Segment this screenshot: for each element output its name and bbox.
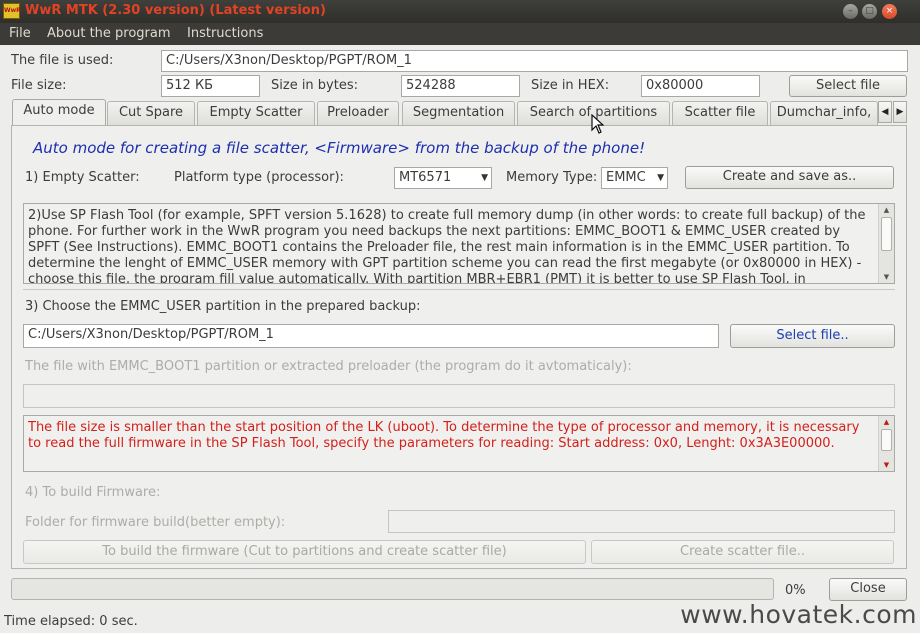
- memory-type-label: Memory Type:: [506, 170, 598, 185]
- chevron-down-icon: ▼: [481, 173, 488, 183]
- instructions-textarea[interactable]: 2)Use SP Flash Tool (for example, SPFT v…: [23, 203, 895, 284]
- error-scrollbar[interactable]: ▲ ▼: [878, 416, 894, 471]
- close-window-button[interactable]: ×: [882, 4, 897, 19]
- platform-select[interactable]: MT6571 ▼: [394, 167, 492, 189]
- maximize-button[interactable]: □: [862, 4, 877, 19]
- divider: [23, 289, 895, 290]
- tab-dumchar-info[interactable]: Dumchar_info,: [770, 101, 878, 125]
- menu-bar: File About the program Instructions: [0, 23, 920, 45]
- step4-label: 4) To build Firmware:: [25, 485, 161, 500]
- boot1-label: The file with EMMC_BOOT1 partition or ex…: [25, 359, 632, 374]
- title-bar: WwR WwR MTK (2.30 version) (Latest versi…: [0, 0, 920, 23]
- scroll-thumb[interactable]: [881, 429, 892, 451]
- select-file-button[interactable]: Select file: [789, 75, 907, 97]
- tab-preloader[interactable]: Preloader: [317, 101, 399, 125]
- progress-bar: [11, 578, 774, 600]
- close-button[interactable]: Close: [829, 578, 907, 601]
- step1-label: 1) Empty Scatter:: [25, 170, 140, 185]
- tab-auto-mode[interactable]: Auto mode: [12, 99, 106, 126]
- file-used-field[interactable]: C:/Users/X3non/Desktop/PGPT/ROM_1: [161, 50, 908, 72]
- memory-type-value: EMMC: [606, 170, 646, 185]
- platform-label: Platform type (processor):: [174, 170, 344, 185]
- error-message-textarea[interactable]: The file size is smaller than the start …: [23, 415, 895, 472]
- scroll-down-icon[interactable]: ▼: [879, 459, 894, 471]
- error-message-text: The file size is smaller than the start …: [28, 420, 860, 451]
- auto-mode-heading: Auto mode for creating a file scatter, <…: [33, 139, 646, 157]
- window-title: WwR MTK (2.30 version) (Latest version): [25, 3, 326, 18]
- file-used-label: The file is used:: [11, 53, 114, 68]
- tab-scatter-file[interactable]: Scatter file: [672, 101, 768, 125]
- scroll-up-icon[interactable]: ▲: [879, 204, 894, 216]
- tab-scroll-left-icon[interactable]: ◀: [878, 101, 892, 123]
- memory-type-select[interactable]: EMMC ▼: [601, 167, 668, 189]
- progress-percent: 0%: [785, 583, 806, 598]
- folder-label: Folder for firmware build(better empty):: [25, 515, 286, 530]
- size-hex-field[interactable]: 0x80000: [641, 75, 760, 97]
- folder-path-field[interactable]: [388, 510, 895, 533]
- size-bytes-field[interactable]: 524288: [401, 75, 520, 97]
- menu-about[interactable]: About the program: [47, 26, 171, 41]
- create-save-button[interactable]: Create and save as..: [685, 166, 894, 189]
- watermark: www.hovatek.com: [680, 600, 917, 629]
- scroll-thumb[interactable]: [881, 217, 892, 251]
- scroll-up-icon[interactable]: ▲: [879, 416, 894, 428]
- elapsed-time: Time elapsed: 0 sec.: [4, 614, 138, 629]
- mouse-cursor-icon: [591, 114, 604, 134]
- menu-file[interactable]: File: [9, 26, 31, 41]
- scroll-down-icon[interactable]: ▼: [879, 271, 894, 283]
- size-hex-label: Size in HEX:: [531, 78, 610, 93]
- file-size-label: File size:: [11, 78, 67, 93]
- boot1-path-field[interactable]: [23, 384, 895, 408]
- tab-cut-spare[interactable]: Cut Spare: [107, 101, 195, 125]
- create-scatter-button[interactable]: Create scatter file..: [591, 540, 894, 564]
- size-bytes-label: Size in bytes:: [271, 78, 358, 93]
- app-icon: WwR: [3, 3, 21, 19]
- tab-scroll-right-icon[interactable]: ▶: [893, 101, 907, 123]
- select-file-2-button[interactable]: Select file..: [730, 324, 895, 348]
- tab-segmentation[interactable]: Segmentation: [402, 101, 515, 125]
- chevron-down-icon: ▼: [657, 173, 664, 183]
- build-firmware-button[interactable]: To build the firmware (Cut to partitions…: [23, 540, 586, 564]
- instructions-text: 2)Use SP Flash Tool (for example, SPFT v…: [28, 208, 866, 283]
- minimize-button[interactable]: –: [843, 4, 858, 19]
- tab-empty-scatter[interactable]: Empty Scatter: [197, 101, 315, 125]
- emmc-user-path-field[interactable]: C:/Users/X3non/Desktop/PGPT/ROM_1: [23, 324, 719, 348]
- platform-value: MT6571: [399, 170, 452, 185]
- instructions-scrollbar[interactable]: ▲ ▼: [878, 204, 894, 283]
- step3-label: 3) Choose the EMMC_USER partition in the…: [25, 299, 421, 314]
- file-size-field[interactable]: 512 КБ: [161, 75, 260, 97]
- menu-instructions[interactable]: Instructions: [187, 26, 263, 41]
